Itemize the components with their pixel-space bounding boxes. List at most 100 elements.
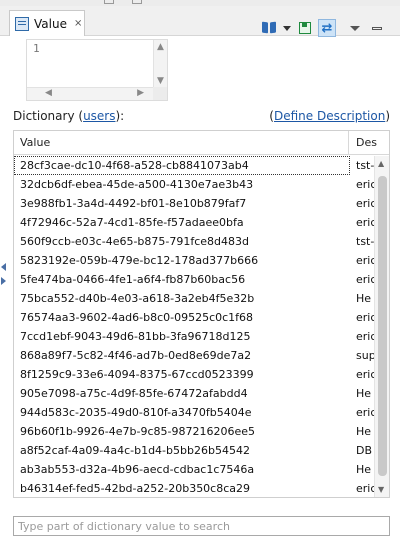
dictionary-table: Value Des 28cf3cae-dc10-4f68-a528-cb8841… (13, 130, 390, 498)
cell-description: sup (356, 349, 376, 362)
table-row[interactable]: 96b60f1b-9926-4e7b-9c85-987216206ee5 He (14, 422, 376, 441)
cell-value: 28cf3cae-dc10-4f68-a528-cb8841073ab4 (14, 156, 350, 175)
tab-bar: Value ⨯ ⇄ (0, 6, 400, 37)
cell-description: He (356, 292, 372, 305)
cell-description: eric (356, 216, 376, 229)
cell-description: He (356, 425, 372, 438)
cell-value: 5fe474ba-0466-4fe1-a6f4-fb87b60bac56 (20, 273, 246, 286)
table-row[interactable]: ab3ab553-d32a-4b96-aecd-cdbac1c7546a He (14, 460, 376, 479)
minimize-button[interactable] (368, 19, 386, 37)
value-view-icon (15, 16, 29, 31)
column-header-value[interactable]: Value (14, 131, 349, 155)
define-description: (Define Description) (269, 109, 390, 123)
table-body: 28cf3cae-dc10-4f68-a528-cb8841073ab4 tst-… (14, 156, 376, 497)
table-row[interactable]: 944d583c-2035-49d0-810f-a3470fb5404e eric (14, 403, 376, 422)
scroll-down-icon[interactable]: ▼ (157, 76, 164, 86)
table-row[interactable]: 76574aa3-9602-4ad6-b8c0-09525c0c1f68 eric (14, 308, 376, 327)
define-description-link[interactable]: Define Description (274, 109, 385, 123)
swap-button[interactable]: ⇄ (318, 19, 336, 37)
cell-description: eric (356, 482, 376, 495)
cell-description: eric (356, 368, 376, 381)
scrollbar-thumb[interactable] (378, 176, 387, 476)
table-row[interactable]: a8f52caf-4a09-4a4c-b1d4-b5bb26b54542 DB (14, 441, 376, 460)
scroll-down-icon[interactable]: ▼ (378, 485, 384, 494)
table-row[interactable]: 4f72946c-52a7-4cd1-85fe-f57adaee0bfa eric (14, 213, 376, 232)
editor-horizontal-scrollbar[interactable]: ◀ ▶ (27, 87, 154, 100)
cell-value: 905e7098-a75c-4d9f-85fe-67472afabdd4 (20, 387, 248, 400)
table-row[interactable]: 75bca552-d40b-4e03-a618-3a2eb4f5e32b He (14, 289, 376, 308)
save-button[interactable] (296, 19, 314, 37)
cell-description: eric (356, 254, 376, 267)
column-header-description[interactable]: Des (350, 131, 389, 155)
cell-value: 868a89f7-5c82-4f46-ad7b-0ed8e69de7a2 (20, 349, 252, 362)
expand-right-icon[interactable] (1, 277, 6, 285)
table-vertical-scrollbar[interactable]: ▲ ▼ (374, 156, 389, 497)
cell-value: b46314ef-fed5-42bd-a252-20b350c8ca29 (20, 482, 251, 495)
table-row[interactable]: b46314ef-fed5-42bd-a252-20b350c8ca29 eric (14, 479, 376, 497)
table-row[interactable]: 3e988fb1-3a4d-4492-bf01-8e10b879faf7 eric (14, 194, 376, 213)
cell-description: He (356, 463, 372, 476)
cell-value: 560f9ccb-e03c-4e65-b875-791fce8d483d (20, 235, 250, 248)
dictionary-label: Dictionary (13, 109, 75, 123)
cell-value: 7ccd1ebf-9043-49d6-81bb-3fa96718d125 (20, 330, 251, 343)
swap-icon: ⇄ (321, 20, 333, 36)
cell-description: tst- (356, 159, 375, 172)
users-link[interactable]: users (83, 109, 115, 123)
save-icon (299, 22, 311, 34)
table-row[interactable]: 8f1259c9-33e6-4094-8375-67ccd0523399 eric (14, 365, 376, 384)
collapse-handle[interactable] (1, 263, 9, 285)
table-row[interactable]: 7ccd1ebf-9043-49d6-81bb-3fa96718d125 eric (14, 327, 376, 346)
table-header: Value Des (14, 131, 389, 155)
cell-description: eric (356, 311, 376, 324)
table-row[interactable]: 5fe474ba-0466-4fe1-a6f4-fb87b60bac56 eric (14, 270, 376, 289)
view-menu-icon (350, 25, 360, 31)
editor-vertical-scrollbar[interactable]: ▲ ▼ (153, 40, 167, 88)
tab-label: Value (34, 16, 67, 31)
scroll-right-icon[interactable]: ▶ (137, 88, 144, 98)
scroll-left-icon[interactable]: ◀ (45, 88, 52, 98)
close-icon[interactable]: ⨯ (74, 18, 82, 29)
cell-description: eric (356, 273, 376, 286)
table-row[interactable]: 560f9ccb-e03c-4e65-b875-791fce8d483d tst- (14, 232, 376, 251)
tab-value[interactable]: Value ⨯ (9, 10, 85, 36)
cell-value: ab3ab553-d32a-4b96-aecd-cdbac1c7546a (20, 463, 255, 476)
table-row[interactable]: 868a89f7-5c82-4f46-ad7b-0ed8e69de7a2 sup (14, 346, 376, 365)
collapse-left-icon[interactable] (1, 263, 6, 271)
cell-description: eric (356, 197, 376, 210)
scroll-up-icon[interactable]: ▲ (157, 42, 164, 52)
minimize-icon (372, 26, 382, 30)
cell-description: eric (356, 178, 376, 191)
table-row[interactable]: 28cf3cae-dc10-4f68-a528-cb8841073ab4 tst- (14, 156, 376, 175)
partial-icon (132, 0, 142, 4)
line-number: 1 (33, 42, 40, 55)
view-menu-button[interactable] (346, 19, 364, 37)
cell-value: 75bca552-d40b-4e03-a618-3a2eb4f5e32b (20, 292, 255, 305)
cell-value: 5823192e-059b-479e-bc12-178ad377b666 (20, 254, 259, 267)
cell-description: DB (356, 444, 373, 457)
cell-value: 944d583c-2035-49d0-810f-a3470fb5404e (20, 406, 252, 419)
cell-description: eric (356, 406, 376, 419)
dictionary-button[interactable] (260, 19, 278, 37)
scroll-up-icon[interactable]: ▲ (378, 159, 384, 168)
cell-value: 76574aa3-9602-4ad6-b8c0-09525c0c1f68 (20, 311, 254, 324)
dictionary-book-icon (262, 22, 276, 34)
value-view-panel: Value ⨯ ⇄ 1 ▲ ▼ ◀ ▶ Dictionary (users): … (0, 0, 400, 539)
paren-close: ) (385, 109, 390, 123)
scroll-corner (153, 87, 167, 100)
partial-icon (104, 0, 114, 4)
cell-value: 3e988fb1-3a4d-4492-bf01-8e10b879faf7 (20, 197, 247, 210)
dictionary-header: Dictionary (users): (13, 109, 124, 123)
dictionary-dropdown-button[interactable] (282, 19, 292, 37)
value-editor[interactable]: 1 ▲ ▼ ◀ ▶ (26, 39, 168, 101)
cell-value: 8f1259c9-33e6-4094-8375-67ccd0523399 (20, 368, 254, 381)
table-row[interactable]: 32dcb6df-ebea-45de-a500-4130e7ae3b43 eric (14, 175, 376, 194)
table-row[interactable]: 5823192e-059b-479e-bc12-178ad377b666 eric (14, 251, 376, 270)
cell-value: 4f72946c-52a7-4cd1-85fe-f57adaee0bfa (20, 216, 244, 229)
view-toolbar: ⇄ (260, 19, 386, 37)
table-row[interactable]: 905e7098-a75c-4d9f-85fe-67472afabdd4 He (14, 384, 376, 403)
cell-description: He (356, 387, 372, 400)
dropdown-caret-icon (283, 25, 291, 31)
dictionary-search-input[interactable] (13, 516, 390, 536)
paren-close: ): (115, 109, 125, 123)
cell-description: eric (356, 330, 376, 343)
